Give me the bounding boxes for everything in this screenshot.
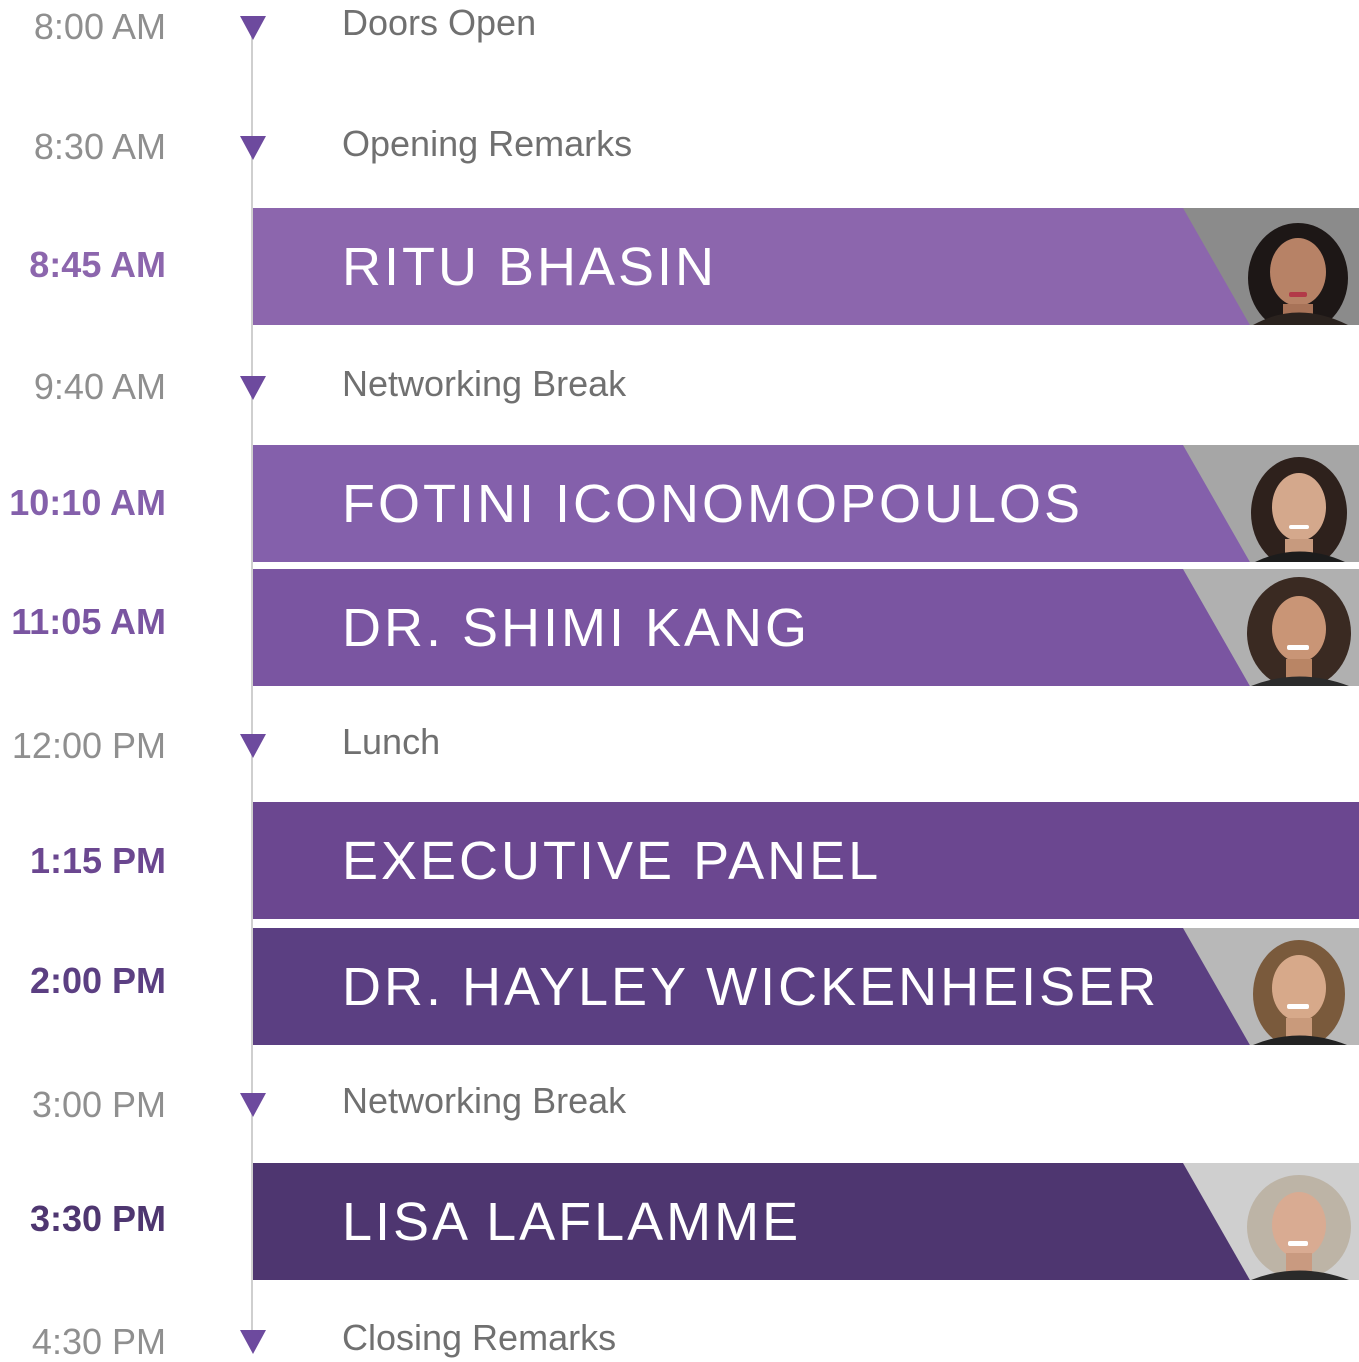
time-label: 3:30 PM <box>29 1198 166 1239</box>
session-band[interactable]: LISA LAFLAMME <box>253 1163 1359 1280</box>
time-label: 10:10 AM <box>9 482 166 523</box>
timeline-marker-icon <box>240 136 266 160</box>
timeline-marker-icon <box>240 734 266 758</box>
event-label: Doors Open <box>342 2 537 43</box>
session-band[interactable]: FOTINI ICONOMOPOULOS <box>253 445 1359 562</box>
time-label: 8:00 AM <box>33 6 166 47</box>
session-band[interactable]: EXECUTIVE PANEL <box>253 802 1359 919</box>
session-title: EXECUTIVE PANEL <box>342 830 882 891</box>
event-label: Networking Break <box>342 1080 627 1121</box>
time-label: 9:40 AM <box>33 366 166 407</box>
time-label: 4:30 PM <box>31 1321 166 1362</box>
timeline-marker-icon <box>240 1330 266 1354</box>
speaker-photo <box>1183 445 1359 562</box>
speaker-name: RITU BHASIN <box>342 236 718 297</box>
event-label: Lunch <box>342 721 441 762</box>
speaker-photo-icon <box>1183 928 1359 1045</box>
event-label: Opening Remarks <box>342 123 633 164</box>
timeline-marker-icon <box>240 376 266 400</box>
speaker-photo <box>1183 1163 1359 1280</box>
session-band[interactable]: DR. HAYLEY WICKENHEISER <box>253 928 1359 1045</box>
speaker-photo <box>1183 569 1359 686</box>
time-label: 8:45 AM <box>29 244 166 285</box>
speaker-photo-icon <box>1183 569 1359 686</box>
speaker-photo-icon <box>1183 208 1359 325</box>
speaker-name: DR. HAYLEY WICKENHEISER <box>342 956 1160 1017</box>
session-band[interactable]: DR. SHIMI KANG <box>253 569 1359 686</box>
timeline-marker-icon <box>240 16 266 40</box>
speaker-photo-icon <box>1183 445 1359 562</box>
speaker-photo <box>1183 208 1359 325</box>
time-label: 1:15 PM <box>29 840 166 881</box>
session-band[interactable]: RITU BHASIN <box>253 208 1359 325</box>
time-label: 12:00 PM <box>11 725 166 766</box>
speaker-name: LISA LAFLAMME <box>342 1191 802 1252</box>
time-label: 3:00 PM <box>31 1084 166 1125</box>
speaker-name: FOTINI ICONOMOPOULOS <box>342 473 1084 534</box>
event-label: Closing Remarks <box>342 1317 617 1358</box>
time-label: 8:30 AM <box>33 126 166 167</box>
time-label: 11:05 AM <box>11 601 166 642</box>
timeline-marker-icon <box>240 1093 266 1117</box>
speaker-photo <box>1183 928 1359 1045</box>
time-label: 2:00 PM <box>29 960 166 1001</box>
speaker-name: DR. SHIMI KANG <box>342 597 811 658</box>
speaker-photo-icon <box>1183 1163 1359 1280</box>
event-label: Networking Break <box>342 363 627 404</box>
